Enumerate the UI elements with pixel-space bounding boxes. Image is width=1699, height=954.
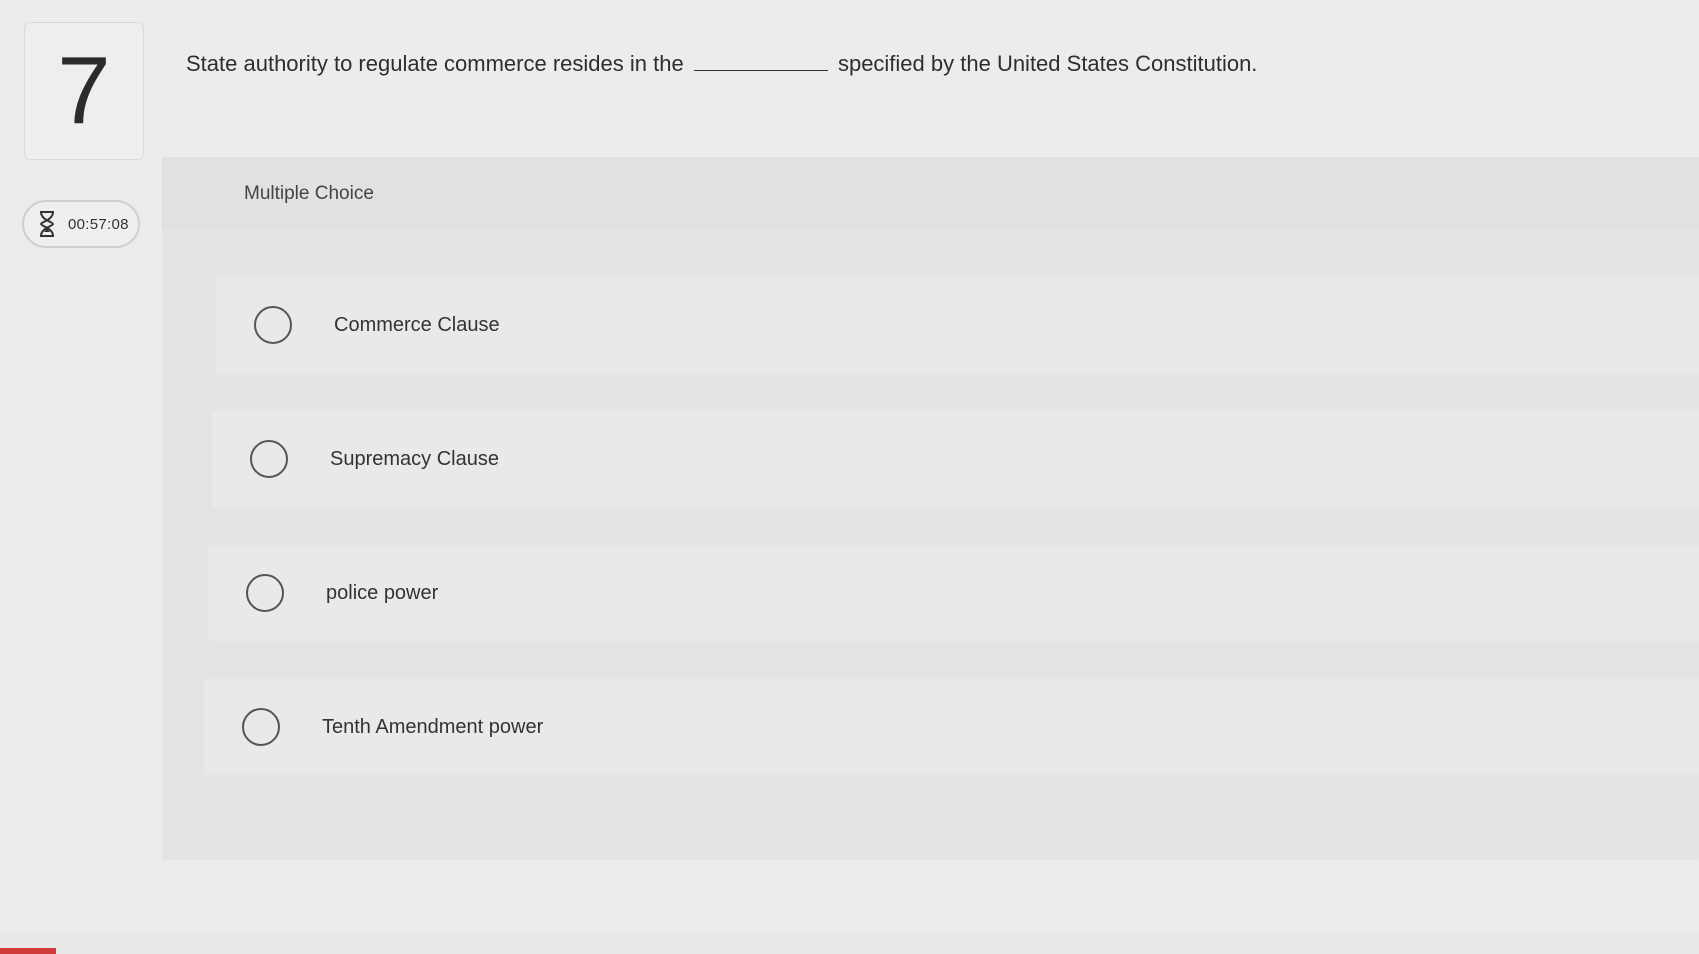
option-label: Supremacy Clause — [330, 447, 499, 470]
red-tab-indicator — [0, 948, 56, 954]
question-text-before: State authority to regulate commerce res… — [186, 51, 684, 76]
hourglass-icon — [36, 210, 58, 238]
option-label: Commerce Clause — [334, 313, 500, 336]
option-label: Tenth Amendment power — [322, 715, 544, 738]
question-number-box: 7 — [24, 22, 144, 160]
option-police-power[interactable]: police power — [208, 545, 1699, 641]
option-commerce-clause[interactable]: Commerce Clause — [216, 277, 1699, 373]
radio-button[interactable] — [254, 306, 292, 344]
answer-panel-header: Multiple Choice — [162, 157, 1699, 229]
question-number: 7 — [57, 37, 111, 144]
question-text-after: specified by the United States Constitut… — [837, 51, 1258, 76]
question-type-label: Multiple Choice — [244, 183, 374, 204]
option-label: police power — [326, 581, 439, 604]
question-text: State authority to regulate commerce res… — [186, 50, 1666, 77]
answer-blank — [693, 50, 828, 71]
radio-button[interactable] — [242, 708, 280, 746]
option-supremacy-clause[interactable]: Supremacy Clause — [212, 411, 1699, 507]
timer-value: 00:57:08 — [68, 215, 129, 233]
timer-badge[interactable]: 00:57:08 — [22, 200, 140, 248]
radio-button[interactable] — [250, 440, 288, 478]
radio-button[interactable] — [246, 574, 284, 612]
answer-panel: Multiple Choice Commerce Clause Supremac… — [162, 157, 1699, 860]
option-tenth-amendment-power[interactable]: Tenth Amendment power — [204, 679, 1699, 775]
bottom-strip — [0, 934, 1699, 954]
